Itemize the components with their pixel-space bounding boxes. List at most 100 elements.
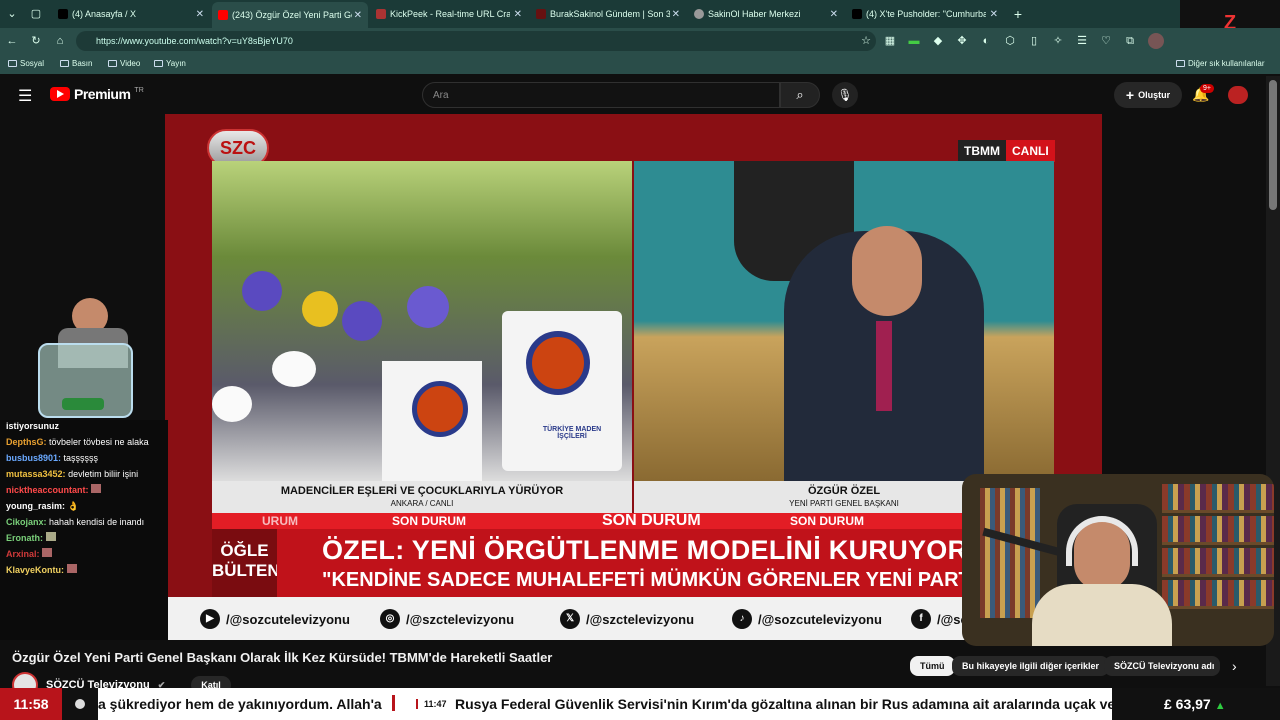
headline-main: ÖZEL: YENİ ÖRGÜTLENME MODELİNİ KURUYORUZ: [322, 535, 1005, 565]
bulten-label: ÖĞLE BÜLTENİ: [212, 529, 284, 597]
union-emblem: [526, 331, 590, 395]
instagram-icon: ◎: [380, 609, 400, 629]
globe-icon: [694, 9, 704, 19]
chip-channel[interactable]: SÖZCÜ Televizyonu adı: [1104, 656, 1220, 676]
x-icon: [58, 9, 68, 19]
close-icon[interactable]: ✕: [354, 10, 362, 21]
facebook-icon: f: [911, 609, 931, 629]
video-title: Özgür Özel Yeni Parti Genel Başkanı Olar…: [12, 650, 553, 665]
favorites-icon[interactable]: ☰: [1074, 33, 1090, 49]
headline-sub: "KENDİNE SADECE MUHALEFETİ MÜMKÜN GÖRENL…: [322, 569, 1000, 591]
plus-icon: +: [1125, 87, 1135, 103]
chat-message: mutassa3452: devletim biliir işini: [6, 469, 139, 479]
news-ticker: 11:58 a şükrediyor hem de yakınıyordum. …: [0, 688, 1280, 720]
close-icon[interactable]: ✕: [672, 9, 680, 20]
create-button[interactable]: + Oluştur: [1114, 82, 1182, 108]
tab-kickpeek[interactable]: KickPeek - Real-time URL Crawler✕: [370, 3, 528, 25]
x-icon: [852, 9, 862, 19]
extension-icon[interactable]: ✥: [954, 33, 970, 49]
collections-icon[interactable]: ⧉: [1122, 33, 1138, 49]
left-caption: MADENCİLER EŞLERİ VE ÇOCUKLARIYLA YÜRÜYO…: [212, 481, 632, 513]
tab-haber[interactable]: SakinOl Haber Merkezi ✕: [688, 3, 844, 25]
search-icon[interactable]: ⌕: [780, 82, 820, 108]
back-icon[interactable]: ←: [4, 33, 20, 49]
ticker-clock: 11:58: [0, 688, 62, 720]
chat-message: nicktheaccountant:: [6, 484, 168, 497]
close-icon[interactable]: ✕: [196, 9, 204, 20]
extension-icon[interactable]: ◆: [930, 33, 946, 49]
other-bookmarks[interactable]: Diğer sık kullanılanlar: [1176, 59, 1264, 68]
extension-icon[interactable]: ▦: [882, 33, 898, 49]
bookmark-yayin[interactable]: Yayın: [154, 59, 186, 68]
youtube-play-icon: [50, 87, 70, 101]
chevron-right-icon[interactable]: ›: [1232, 658, 1237, 674]
chip-all[interactable]: Tümü: [910, 656, 955, 676]
reload-icon[interactable]: ↻: [28, 33, 44, 49]
close-icon[interactable]: ✕: [990, 9, 998, 20]
star-icon[interactable]: ☆: [858, 33, 874, 49]
bookmark-sosyal[interactable]: Sosyal: [8, 59, 44, 68]
new-tab-icon[interactable]: +: [1010, 6, 1026, 22]
chat-message: DepthsG: tövbeler tövbesi ne alaka: [6, 437, 149, 447]
chat-message: Arxinal:: [6, 548, 168, 561]
chat-message: young_rasim: 👌: [6, 501, 79, 511]
chip-related[interactable]: Bu hikayeyle ilgili diğer içerikler: [952, 656, 1110, 676]
account-avatar[interactable]: [1228, 86, 1248, 104]
folder-icon: [8, 60, 17, 67]
ticker-separator: [392, 695, 395, 711]
close-icon[interactable]: ✕: [514, 9, 522, 20]
emote-icon: [45, 532, 56, 541]
emote-icon: 👌: [67, 501, 79, 511]
home-icon[interactable]: ⌂: [52, 33, 68, 49]
tiktok-icon: ♪: [732, 609, 752, 629]
emote-icon: [66, 564, 77, 573]
browser-tab-strip: ⌄ ▢ (4) Anasayfa / X ✕ (243) Özgür Özel Y…: [0, 0, 1280, 56]
social-x: 𝕏/@szctelevizyonu: [560, 609, 694, 629]
extensions-icon[interactable]: ✧: [1050, 33, 1066, 49]
streamer-webcam: [962, 474, 1274, 646]
x-icon: 𝕏: [560, 609, 580, 629]
youtube-icon: [218, 10, 228, 20]
extension-icon[interactable]: ◐: [978, 33, 994, 49]
social-tiktok: ♪/@sozcutelevizyonu: [732, 609, 882, 629]
search-input[interactable]: Ara: [422, 82, 780, 108]
youtube-logo[interactable]: Premium TR: [50, 86, 144, 102]
scrollbar-thumb[interactable]: [1269, 80, 1277, 210]
folder-icon: [154, 60, 163, 67]
extension-icon[interactable]: ▬: [906, 33, 922, 49]
extension-icon[interactable]: ⬡: [1002, 33, 1018, 49]
tab-search-icon[interactable]: ⌄: [4, 6, 20, 22]
heart-icon[interactable]: ♡: [1098, 33, 1114, 49]
tab-x-home[interactable]: (4) Anasayfa / X ✕: [52, 3, 210, 25]
kickpeek-icon: [376, 9, 386, 19]
stream-chat: istiyorsunuz DepthsG: tövbeler tövbesi n…: [0, 420, 168, 640]
emote-icon: [91, 484, 102, 493]
folder-icon: [1176, 60, 1185, 67]
sidebar-icon[interactable]: ▯: [1026, 33, 1042, 49]
bookmark-basin[interactable]: Basın: [60, 59, 92, 68]
workspace-icon[interactable]: ▢: [28, 6, 44, 22]
speaker-head: [852, 226, 922, 316]
tab-youtube[interactable]: (243) Özgür Özel Yeni Parti Ge ✕: [212, 2, 368, 28]
ticker-time: 11:47: [416, 699, 447, 709]
emote-icon: [42, 548, 53, 557]
speaker-tie: [876, 321, 892, 411]
profile-avatar[interactable]: [1148, 33, 1164, 49]
chat-message: Cikojanx: hahah kendisi de inandı: [6, 517, 145, 527]
close-icon[interactable]: ✕: [830, 9, 838, 20]
streamer-cutout: [28, 298, 152, 420]
social-instagram: ◎/@szctelevizyonu: [380, 609, 514, 629]
menu-icon[interactable]: ☰: [18, 86, 32, 106]
parliament-footage: [634, 161, 1054, 481]
social-youtube: ▶/@sozcutelevizyonu: [200, 609, 350, 629]
tab-pusholder[interactable]: (4) X'te Pusholder: "Cumhurbaşka✕: [846, 3, 1004, 25]
microphone-icon[interactable]: 🎙: [832, 82, 858, 108]
bookmark-video[interactable]: Video: [108, 59, 140, 68]
currency-rate: £ 63,97 ▲: [1112, 688, 1280, 720]
union-banner-left: [382, 361, 482, 481]
tab-gundem[interactable]: BurakSakinol Gündem | Son 3 Gün✕: [530, 3, 686, 25]
ticker-text-2: Rusya Federal Güvenlik Servisi'nin Kırım…: [455, 696, 1136, 712]
chat-message: Eronath:: [6, 532, 168, 545]
address-bar[interactable]: https://www.youtube.com/watch?v=uY8sBjeY…: [76, 31, 876, 51]
browser-toolbar: ← ↻ ⌂ https://www.youtube.com/watch?v=uY…: [0, 28, 1280, 54]
